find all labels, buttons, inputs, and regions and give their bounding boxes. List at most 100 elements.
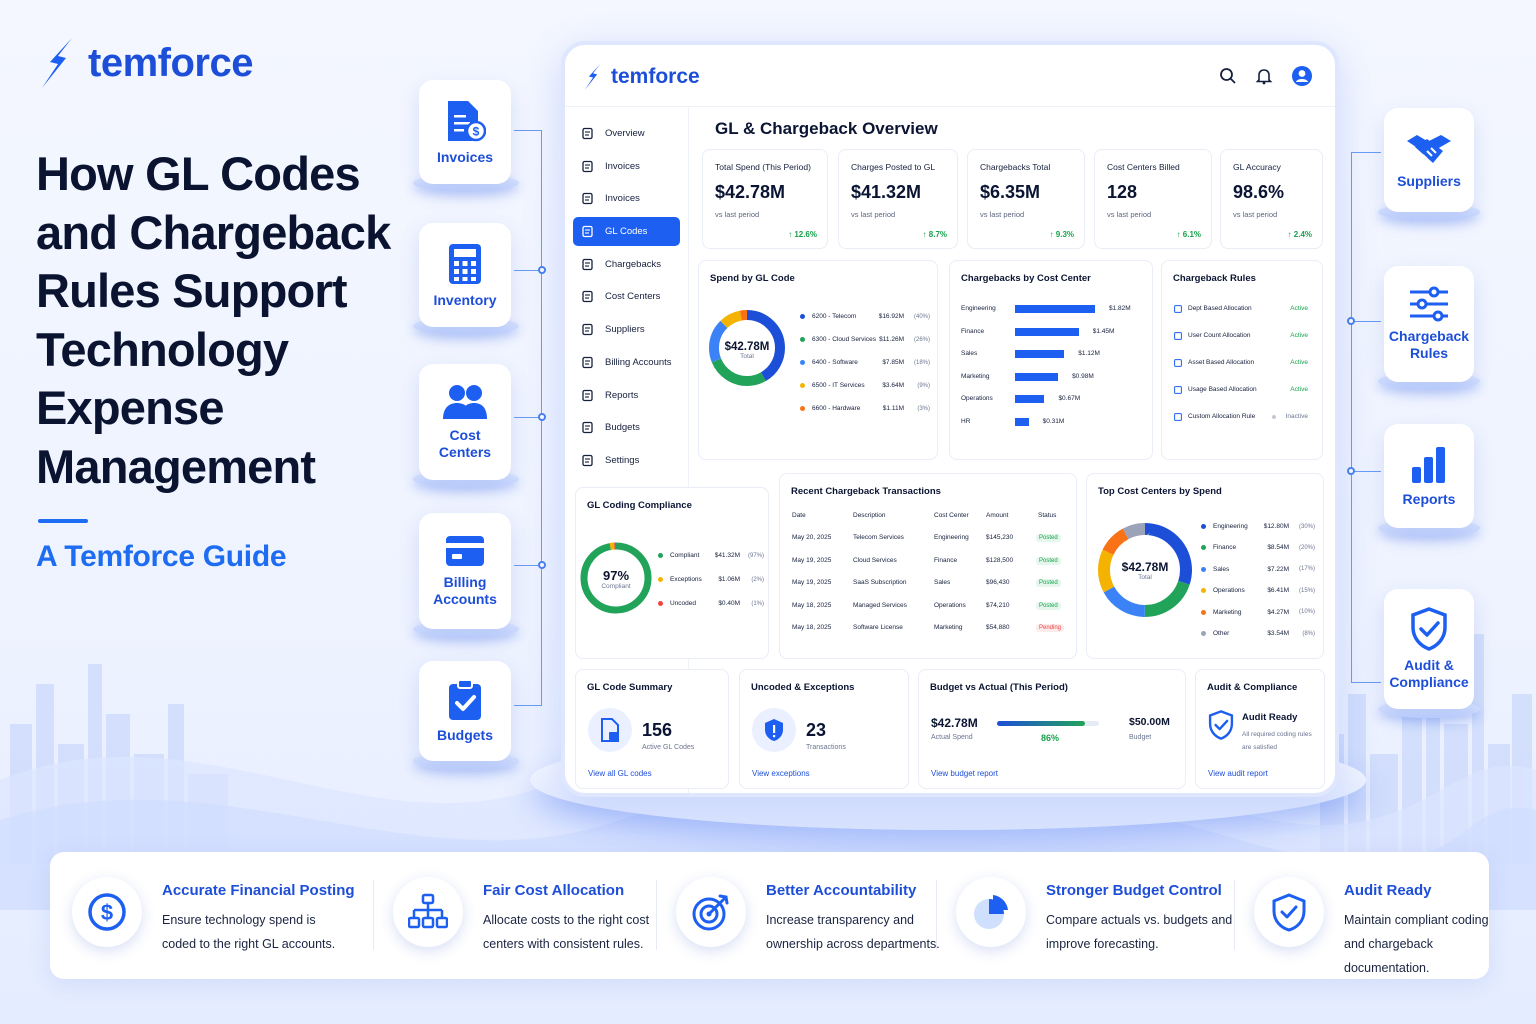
sidebar-item-gl-codes[interactable]: GL Codes bbox=[573, 217, 680, 247]
right-connector-line bbox=[1351, 152, 1381, 682]
sidebar-item-label: Chargebacks bbox=[605, 258, 661, 270]
rule-label[interactable]: Asset Based Allocation bbox=[1188, 359, 1254, 366]
table-cell: Managed Services bbox=[853, 601, 907, 609]
rule-label[interactable]: User Count Allocation bbox=[1188, 332, 1251, 339]
tile-reports[interactable]: Reports bbox=[1384, 424, 1474, 528]
sidebar-item-reports[interactable]: Reports bbox=[573, 381, 680, 410]
legend-pct: (2%) bbox=[751, 576, 764, 583]
card-title: GL Code Summary bbox=[587, 682, 673, 693]
user-icon[interactable] bbox=[1291, 65, 1313, 87]
audit-status: Audit Ready bbox=[1242, 712, 1298, 723]
bell-icon[interactable] bbox=[1255, 67, 1273, 85]
search-icon[interactable] bbox=[1219, 67, 1237, 85]
sidebar-item-billing-accounts[interactable]: Billing Accounts bbox=[573, 348, 680, 377]
gear-icon bbox=[582, 454, 593, 467]
legend-row: 6500 - IT Services $3.64M (9%) bbox=[800, 382, 930, 389]
gl-summary-label: Active GL Codes bbox=[642, 744, 695, 751]
svg-text:$: $ bbox=[101, 900, 113, 925]
table-cell: Posted bbox=[1036, 556, 1061, 565]
bar-label: HR bbox=[961, 418, 971, 425]
bar-value: $0.67M bbox=[1058, 395, 1081, 403]
tile-inventory[interactable]: Inventory bbox=[419, 223, 511, 327]
view-audit-report-link[interactable]: View audit report bbox=[1208, 769, 1268, 778]
tile-suppliers[interactable]: Suppliers bbox=[1384, 108, 1474, 212]
rule-doc-icon bbox=[1174, 305, 1182, 313]
kpi-compare-label: vs last period bbox=[715, 210, 760, 219]
budget-card: Budget vs Actual (This Period) $42.78M A… bbox=[918, 669, 1186, 789]
legend-amount: $8.54M bbox=[1267, 544, 1289, 552]
page-headline: How GL Codes and Chargeback Rules Suppor… bbox=[36, 147, 391, 493]
view-exceptions-link[interactable]: View exceptions bbox=[752, 769, 810, 778]
sidebar-item-cost-centers[interactable]: Cost Centers bbox=[573, 282, 680, 311]
table-cell: $54,880 bbox=[986, 624, 1010, 631]
table-cell: Operations bbox=[934, 601, 966, 609]
legend-label: 6400 - Software bbox=[812, 359, 858, 366]
legend-pct: (18%) bbox=[913, 359, 930, 366]
view-all-gl-codes-link[interactable]: View all GL codes bbox=[588, 769, 652, 778]
benefit-divider bbox=[936, 880, 937, 950]
table-header-cell: Status bbox=[1038, 512, 1057, 519]
sidebar-item-budgets[interactable]: Budgets bbox=[573, 413, 680, 442]
sidebar-item-chargebacks[interactable]: Chargebacks bbox=[573, 250, 680, 279]
kpi-label: Cost Centers Billed bbox=[1107, 162, 1180, 172]
rule-label[interactable]: Usage Based Allocation bbox=[1188, 386, 1257, 393]
tile-budgets[interactable]: Budgets bbox=[419, 661, 511, 761]
table-cell: $74,210 bbox=[986, 601, 1010, 609]
sidebar-item-settings[interactable]: Settings bbox=[573, 446, 680, 475]
card-title: GL Coding Compliance bbox=[587, 500, 692, 511]
legend-row: Exceptions $1.06M (2%) bbox=[658, 576, 764, 583]
shield-check-icon bbox=[1272, 893, 1306, 932]
tile-billing-accounts[interactable]: Billing Accounts bbox=[419, 513, 511, 629]
tile-label: Billing Accounts bbox=[433, 574, 497, 607]
transactions-card: Recent Chargeback Transactions Date Descr… bbox=[779, 473, 1077, 659]
legend-label: 6200 - Telecom bbox=[812, 313, 857, 320]
benefit-icon-badge: $ bbox=[72, 877, 142, 947]
benefit-desc: Compare actuals vs. budgets and improve … bbox=[1046, 913, 1233, 951]
budget-pct: 86% bbox=[1041, 733, 1060, 743]
document-lock-icon bbox=[601, 718, 619, 742]
right-connector-branch bbox=[1351, 682, 1381, 683]
rule-label[interactable]: Dept Based Allocation bbox=[1188, 305, 1252, 312]
tile-chargeback-rules[interactable]: Chargeback Rules bbox=[1384, 266, 1474, 382]
sidebar-item-label: Reports bbox=[605, 389, 639, 401]
table-cell: Posted bbox=[1036, 579, 1061, 587]
sidebar-item-suppliers[interactable]: Suppliers bbox=[573, 315, 680, 344]
tile-label: Reports bbox=[1402, 490, 1456, 507]
sidebar-item-label: Invoices bbox=[605, 193, 640, 205]
legend-amount: $12.80M bbox=[1263, 523, 1289, 530]
doc-icon bbox=[582, 193, 593, 205]
benefit-divider bbox=[373, 880, 374, 950]
kpi-compare-label: vs last period bbox=[1233, 210, 1278, 219]
building-icon bbox=[582, 291, 593, 303]
sidebar-item-label: Billing Accounts bbox=[605, 356, 672, 368]
chargeback-rules-card: Chargeback Rules Dept Based Allocation Ac… bbox=[1161, 260, 1323, 460]
sidebar-item-invoices[interactable]: Invoices bbox=[573, 184, 680, 213]
tile-audit-compliance[interactable]: Audit & Compliance bbox=[1384, 589, 1474, 709]
bar-value: $0.98M bbox=[1072, 372, 1094, 380]
clip-icon bbox=[582, 422, 593, 434]
audit-desc: All required coding rules are satisfied bbox=[1242, 731, 1312, 751]
connector-node bbox=[1347, 467, 1355, 475]
right-connector-branch bbox=[1351, 321, 1381, 322]
sidebar-item-invoices[interactable]: Invoices bbox=[573, 152, 680, 181]
kpi-card: GL Accuracy 98.6% vs last period ↑ 2.4% bbox=[1220, 149, 1323, 249]
bar bbox=[1015, 372, 1059, 381]
gl-summary-value: 156 bbox=[642, 720, 673, 740]
tile-cost-centers[interactable]: Cost Centers bbox=[419, 364, 511, 480]
bar-label: Operations bbox=[961, 395, 993, 403]
legend-swatch bbox=[1201, 566, 1206, 572]
view-budget-report-link[interactable]: View budget report bbox=[931, 769, 998, 778]
rule-label[interactable]: Custom Allocation Rule bbox=[1188, 413, 1255, 420]
sidebar-item-overview[interactable]: Overview bbox=[573, 119, 680, 148]
table-cell: Sales bbox=[934, 579, 951, 586]
bar bbox=[1015, 418, 1029, 426]
tile-invoices[interactable]: $ Invoices bbox=[419, 80, 511, 184]
bar-value: $1.45M bbox=[1092, 327, 1115, 335]
rule-doc-icon bbox=[1174, 332, 1182, 340]
legend-amount: $41.32M bbox=[714, 552, 740, 559]
donut-center-label: Total bbox=[1138, 574, 1152, 581]
kpi-label: GL Accuracy bbox=[1233, 162, 1281, 172]
table-cell: May 18, 2025 bbox=[792, 624, 832, 631]
benefit-icon-badge bbox=[1254, 877, 1324, 947]
legend-row: 6300 - Cloud Services $11.26M (26%) bbox=[800, 336, 930, 343]
